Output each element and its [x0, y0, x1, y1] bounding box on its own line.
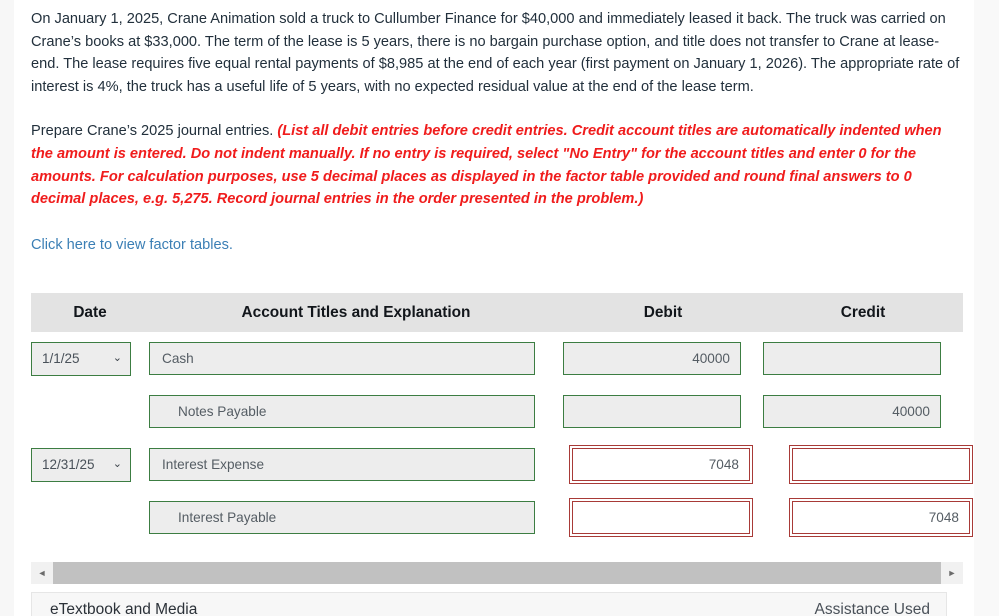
account-title-input[interactable] — [149, 342, 535, 375]
journal-credit-cell — [763, 491, 973, 544]
journal-date-select[interactable]: 12/31/25 — [31, 447, 131, 482]
scrollbar-thumb[interactable] — [53, 562, 941, 584]
journal-debit-cell — [563, 385, 763, 438]
scroll-left-arrow-icon[interactable]: ◄ — [31, 562, 53, 584]
journal-entry-table: Date Account Titles and Explanation Debi… — [31, 293, 973, 544]
journal-date-cell: 12/31/25 ⌄ — [31, 438, 149, 491]
question-page: On January 1, 2025, Crane Animation sold… — [0, 0, 999, 616]
account-title-input[interactable] — [149, 501, 535, 534]
debit-amount-input[interactable] — [569, 445, 753, 484]
journal-credit-cell — [763, 438, 973, 491]
account-title-input[interactable] — [149, 395, 535, 428]
journal-table-header: Date Account Titles and Explanation Debi… — [31, 293, 963, 332]
instruction-lead: Prepare Crane’s 2025 journal entries. — [31, 123, 278, 140]
journal-date-cell — [31, 491, 149, 544]
journal-entry-row — [31, 385, 963, 438]
journal-account-cell — [149, 491, 563, 544]
account-title-input[interactable] — [149, 448, 535, 481]
problem-instructions: Prepare Crane’s 2025 journal entries. (L… — [31, 120, 961, 210]
journal-account-cell — [149, 385, 563, 438]
journal-entry-row — [31, 491, 973, 544]
journal-credit-cell — [763, 385, 963, 438]
credit-amount-input[interactable] — [763, 395, 941, 428]
journal-debit-cell — [563, 438, 763, 491]
scrollbar-track[interactable] — [53, 562, 941, 584]
assistance-used-link[interactable]: Assistance Used — [815, 593, 930, 616]
journal-entry-table-container: Date Account Titles and Explanation Debi… — [31, 293, 973, 544]
etextbook-and-media-link[interactable]: eTextbook and Media — [50, 593, 197, 616]
journal-header-row: Date Account Titles and Explanation Debi… — [31, 293, 963, 332]
date-select-wrapper: 1/1/25 ⌄ — [31, 341, 131, 376]
journal-account-cell — [149, 438, 563, 491]
journal-date-select[interactable]: 1/1/25 — [31, 341, 131, 376]
date-select-wrapper: 12/31/25 ⌄ — [31, 447, 131, 482]
column-header-account: Account Titles and Explanation — [149, 293, 563, 332]
debit-amount-input[interactable] — [569, 498, 753, 537]
journal-debit-cell — [563, 332, 763, 385]
journal-entry-row: 1/1/25 ⌄ — [31, 332, 963, 385]
journal-table-body: 1/1/25⌄ 12/31/25⌄ — [31, 332, 973, 544]
horizontal-scrollbar[interactable]: ◄ ► — [31, 562, 963, 584]
credit-amount-input[interactable] — [789, 445, 973, 484]
credit-amount-input[interactable] — [763, 342, 941, 375]
debit-amount-input[interactable] — [563, 342, 741, 375]
page-gutter-left — [0, 0, 14, 616]
column-header-date: Date — [31, 293, 149, 332]
journal-date-cell: 1/1/25 ⌄ — [31, 332, 149, 385]
journal-credit-cell — [763, 332, 963, 385]
journal-date-cell — [31, 385, 149, 438]
journal-entry-row: 12/31/25 ⌄ — [31, 438, 973, 491]
debit-amount-input[interactable] — [563, 395, 741, 428]
question-footer-bar: eTextbook and Media Assistance Used — [31, 592, 947, 616]
journal-account-cell — [149, 332, 563, 385]
column-header-debit: Debit — [563, 293, 763, 332]
problem-narrative: On January 1, 2025, Crane Animation sold… — [31, 11, 960, 95]
factor-tables-link[interactable]: Click here to view factor tables. — [31, 235, 233, 255]
column-header-credit: Credit — [763, 293, 963, 332]
journal-debit-cell — [563, 491, 763, 544]
scroll-right-arrow-icon[interactable]: ► — [941, 562, 963, 584]
page-gutter-right — [974, 0, 999, 616]
credit-amount-input[interactable] — [789, 498, 973, 537]
